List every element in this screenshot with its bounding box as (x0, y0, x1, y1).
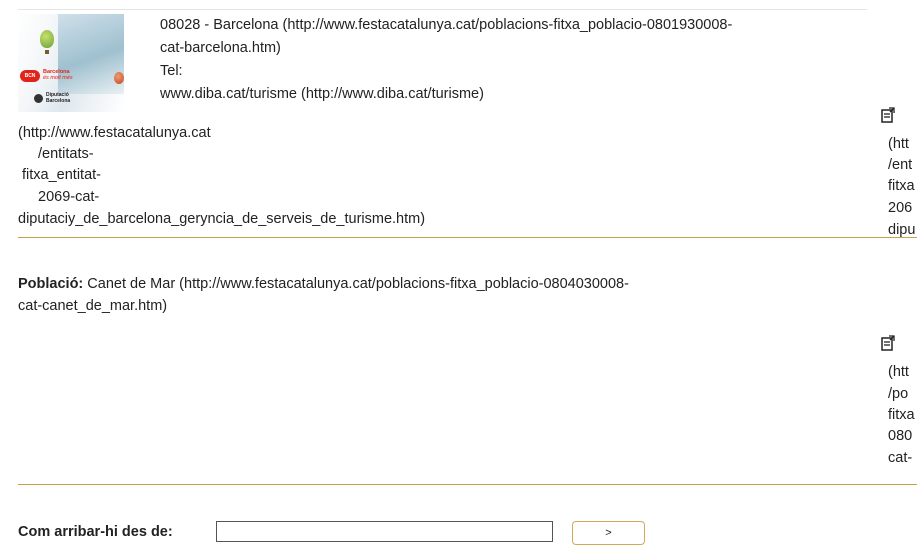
diputacio-icon (34, 94, 43, 103)
website-link[interactable]: www.diba.cat/turisme (http://www.diba.ca… (160, 84, 484, 105)
edge-link-fragment[interactable]: (htt (888, 362, 909, 383)
origin-input[interactable] (216, 521, 553, 542)
edge-link-fragment[interactable]: fitxa (888, 176, 915, 197)
edge-link-fragment[interactable]: fitxa (888, 405, 915, 426)
balloon-graphic (40, 30, 54, 48)
logo-brand-text: Barcelona és molt més (43, 69, 73, 81)
entity-link-line[interactable]: 2069-cat- (38, 187, 99, 208)
diputacio-text: Diputació Barcelona (46, 92, 71, 104)
section-divider (18, 237, 917, 238)
share-icon[interactable] (881, 335, 895, 355)
balloon-graphic (114, 72, 124, 84)
edge-link-fragment[interactable]: cat- (888, 448, 912, 469)
address-line-2[interactable]: cat-barcelona.htm) (160, 38, 281, 59)
top-divider (18, 9, 867, 10)
poblacio-link[interactable]: Canet de Mar (http://www.festacatalunya.… (87, 276, 629, 292)
section-divider (18, 484, 917, 485)
poblacio-label: Població: (18, 276, 84, 292)
edge-link-fragment[interactable]: /ent (888, 155, 912, 176)
entity-link-line[interactable]: fitxa_entitat- (22, 165, 101, 186)
route-submit-button[interactable]: > (572, 521, 645, 545)
edge-link-fragment[interactable]: (htt (888, 134, 909, 155)
bcn-badge: BCN (20, 70, 40, 82)
route-label: Com arribar-hi des de: (18, 524, 173, 540)
address-line-1[interactable]: 08028 - Barcelona (http://www.festacatal… (160, 15, 732, 36)
entity-link-line[interactable]: /entitats- (38, 144, 94, 165)
logo-sky (58, 14, 124, 94)
edge-link-fragment[interactable]: /po (888, 384, 908, 405)
edge-link-fragment[interactable]: 080 (888, 426, 912, 447)
entity-link-line[interactable]: (http://www.festacatalunya.cat (18, 123, 211, 144)
poblacio-link-line-2[interactable]: cat-canet_de_mar.htm) (18, 296, 167, 317)
poblacio-line-1[interactable]: Població: Canet de Mar (http://www.festa… (18, 274, 629, 295)
entity-link-line[interactable]: diputaciy_de_barcelona_geryncia_de_serve… (18, 209, 425, 230)
tel-label: Tel: (160, 63, 183, 79)
share-icon[interactable] (881, 107, 895, 127)
edge-link-fragment[interactable]: 206 (888, 198, 912, 219)
organization-logo: BCN Barcelona és molt més Diputació Barc… (18, 14, 124, 112)
